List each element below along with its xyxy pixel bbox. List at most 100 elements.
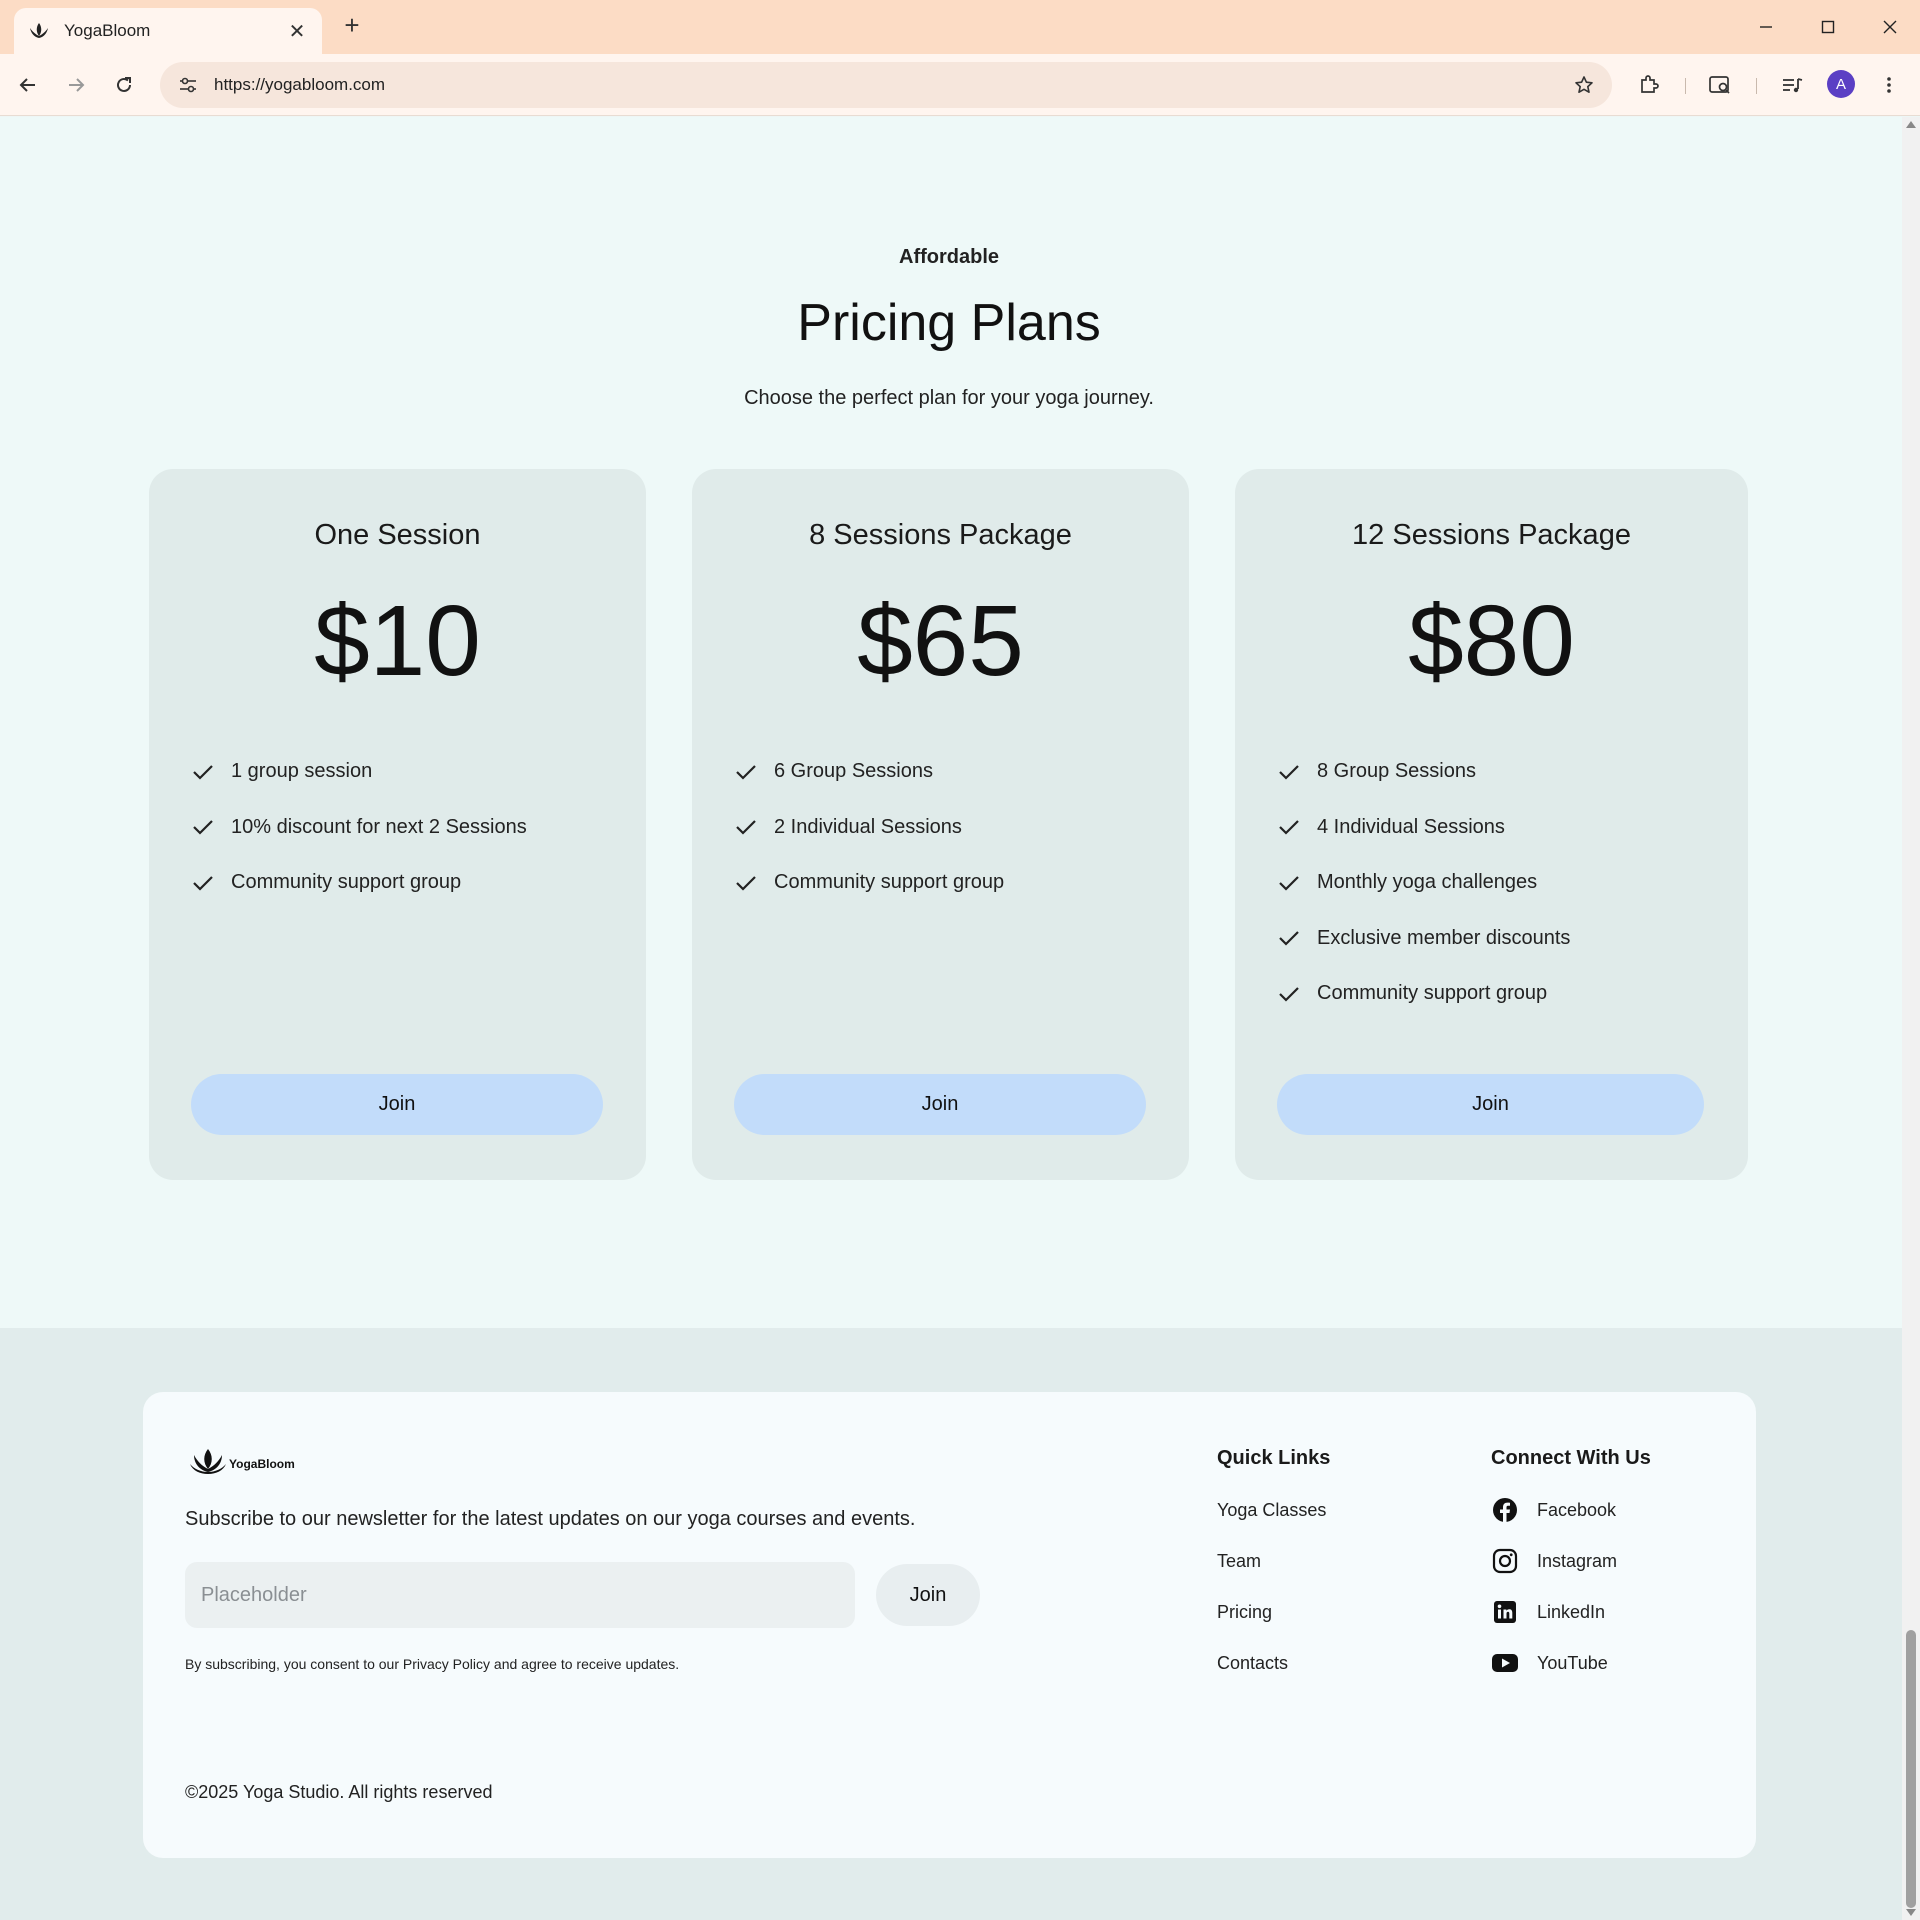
feature-item: Community support group — [191, 855, 527, 911]
checkmark-icon — [1277, 871, 1301, 895]
facebook-icon — [1491, 1496, 1519, 1524]
social-label: YouTube — [1537, 1652, 1608, 1673]
address-url[interactable]: https://yogabloom.com — [214, 75, 1564, 95]
tab-title: YogaBloom — [64, 21, 151, 40]
feature-item: 1 group session — [191, 744, 527, 800]
social-label: Instagram — [1537, 1550, 1618, 1571]
newsletter-text: Subscribe to our newsletter for the late… — [185, 1508, 916, 1530]
feature-label: 4 Individual Sessions — [1317, 815, 1505, 838]
footer-card: YogaBloom Subscribe to our newsletter fo… — [143, 1392, 1756, 1858]
browser-tab[interactable]: YogaBloom ✕ — [14, 8, 322, 54]
close-window-icon[interactable] — [1870, 10, 1910, 44]
feature-item: Exclusive member discounts — [1277, 911, 1570, 967]
lotus-favicon-icon — [28, 20, 50, 42]
social-label: Facebook — [1537, 1499, 1617, 1520]
scroll-up-arrow-icon[interactable] — [1906, 121, 1916, 128]
address-bar[interactable]: https://yogabloom.com — [160, 62, 1612, 108]
footer-logo[interactable]: YogaBloom — [189, 1447, 295, 1480]
feature-item: 6 Group Sessions — [734, 744, 1004, 800]
feature-list: 8 Group Sessions 4 Individual Sessions M… — [1277, 744, 1570, 1022]
browser-toolbar: https://yogabloom.com — [0, 54, 1920, 116]
pricing-subtitle: Choose the perfect plan for your yoga jo… — [744, 387, 1154, 409]
scrollbar-thumb[interactable] — [1906, 1630, 1916, 1908]
newsletter-join-button[interactable]: Join — [876, 1564, 980, 1626]
feature-item: 10% discount for next 2 Sessions — [191, 800, 527, 856]
profile-avatar[interactable]: A — [1827, 70, 1855, 98]
instagram-icon — [1491, 1547, 1519, 1575]
more-menu-icon[interactable] — [1872, 68, 1906, 102]
quick-link-pricing[interactable]: Pricing — [1217, 1602, 1272, 1623]
connect-heading: Connect With Us — [1491, 1447, 1651, 1469]
feature-label: Community support group — [1317, 982, 1548, 1005]
checkmark-icon — [734, 871, 758, 895]
youtube-icon — [1491, 1649, 1519, 1677]
browser-tab-bar: YogaBloom ✕ + — [0, 0, 1920, 54]
checkmark-icon — [734, 760, 758, 784]
feature-item: 8 Group Sessions — [1277, 744, 1570, 800]
feature-label: 2 Individual Sessions — [774, 815, 962, 838]
feature-label: 1 group session — [231, 760, 373, 783]
minimize-icon[interactable] — [1746, 10, 1786, 44]
maximize-icon[interactable] — [1808, 10, 1848, 44]
plan-name: 12 Sessions Package — [1352, 519, 1631, 551]
join-button-12-sessions[interactable]: Join — [1277, 1074, 1704, 1135]
checkmark-icon — [191, 815, 215, 839]
back-arrow-icon[interactable] — [11, 68, 45, 102]
social-link-facebook[interactable]: Facebook — [1491, 1496, 1616, 1524]
join-button-one-session[interactable]: Join — [191, 1074, 603, 1135]
pricing-card-12-sessions: 12 Sessions Package $80 8 Group Sessions… — [1235, 469, 1748, 1180]
checkmark-icon — [1277, 926, 1301, 950]
bookmark-star-icon[interactable] — [1564, 65, 1604, 105]
feature-label: 10% discount for next 2 Sessions — [231, 815, 527, 838]
scroll-down-arrow-icon[interactable] — [1906, 1909, 1916, 1916]
quick-link-contacts[interactable]: Contacts — [1217, 1653, 1288, 1674]
feature-item: 4 Individual Sessions — [1277, 800, 1570, 856]
checkmark-icon — [734, 815, 758, 839]
feature-label: 8 Group Sessions — [1317, 760, 1476, 783]
forward-arrow-icon[interactable] — [59, 68, 93, 102]
newsletter-email-input[interactable] — [185, 1562, 855, 1628]
page-viewport: Affordable Pricing Plans Choose the perf… — [0, 117, 1902, 1920]
quick-link-team[interactable]: Team — [1217, 1551, 1261, 1572]
tab-search-icon[interactable] — [1703, 68, 1737, 102]
pricing-eyebrow: Affordable — [899, 246, 999, 268]
new-tab-button[interactable]: + — [338, 11, 366, 39]
feature-item: Community support group — [1277, 966, 1570, 1022]
feature-label: Community support group — [774, 871, 1005, 894]
plan-name: 8 Sessions Package — [809, 519, 1072, 551]
extensions-puzzle-icon[interactable] — [1632, 68, 1666, 102]
vertical-scrollbar[interactable] — [1902, 117, 1920, 1920]
feature-label: Community support group — [231, 871, 462, 894]
join-button-8-sessions[interactable]: Join — [734, 1074, 1146, 1135]
toolbar-divider — [1685, 78, 1686, 94]
consent-text: By subscribing, you consent to our Priva… — [185, 1656, 680, 1672]
checkmark-icon — [1277, 815, 1301, 839]
pricing-title: Pricing Plans — [797, 294, 1101, 352]
pricing-card-8-sessions: 8 Sessions Package $65 6 Group Sessions … — [692, 469, 1189, 1180]
plan-price: $10 — [314, 585, 481, 697]
feature-item: Community support group — [734, 855, 1004, 911]
feature-item: Monthly yoga challenges — [1277, 855, 1570, 911]
quick-link-yoga-classes[interactable]: Yoga Classes — [1217, 1500, 1326, 1521]
plan-price: $65 — [857, 585, 1024, 697]
feature-label: 6 Group Sessions — [774, 760, 933, 783]
tab-close-icon[interactable]: ✕ — [286, 19, 308, 44]
reload-icon[interactable] — [107, 68, 141, 102]
quick-links-heading: Quick Links — [1217, 1447, 1331, 1469]
site-settings-icon[interactable] — [166, 63, 210, 107]
social-link-linkedin[interactable]: LinkedIn — [1491, 1598, 1605, 1626]
copyright: ©2025 Yoga Studio. All rights reserved — [185, 1782, 493, 1802]
footer-brand-name: YogaBloom — [229, 1456, 295, 1471]
feature-label: Monthly yoga challenges — [1317, 871, 1538, 894]
lotus-logo-icon — [189, 1447, 227, 1480]
checkmark-icon — [1277, 982, 1301, 1006]
media-controls-icon[interactable] — [1775, 68, 1809, 102]
social-label: LinkedIn — [1537, 1601, 1606, 1622]
plan-price: $80 — [1408, 585, 1575, 697]
social-link-youtube[interactable]: YouTube — [1491, 1649, 1608, 1677]
social-link-instagram[interactable]: Instagram — [1491, 1547, 1617, 1575]
checkmark-icon — [1277, 760, 1301, 784]
feature-label: Exclusive member discounts — [1317, 926, 1571, 949]
pricing-card-one-session: One Session $10 1 group session 10% disc… — [149, 469, 646, 1180]
plan-name: One Session — [314, 519, 481, 551]
